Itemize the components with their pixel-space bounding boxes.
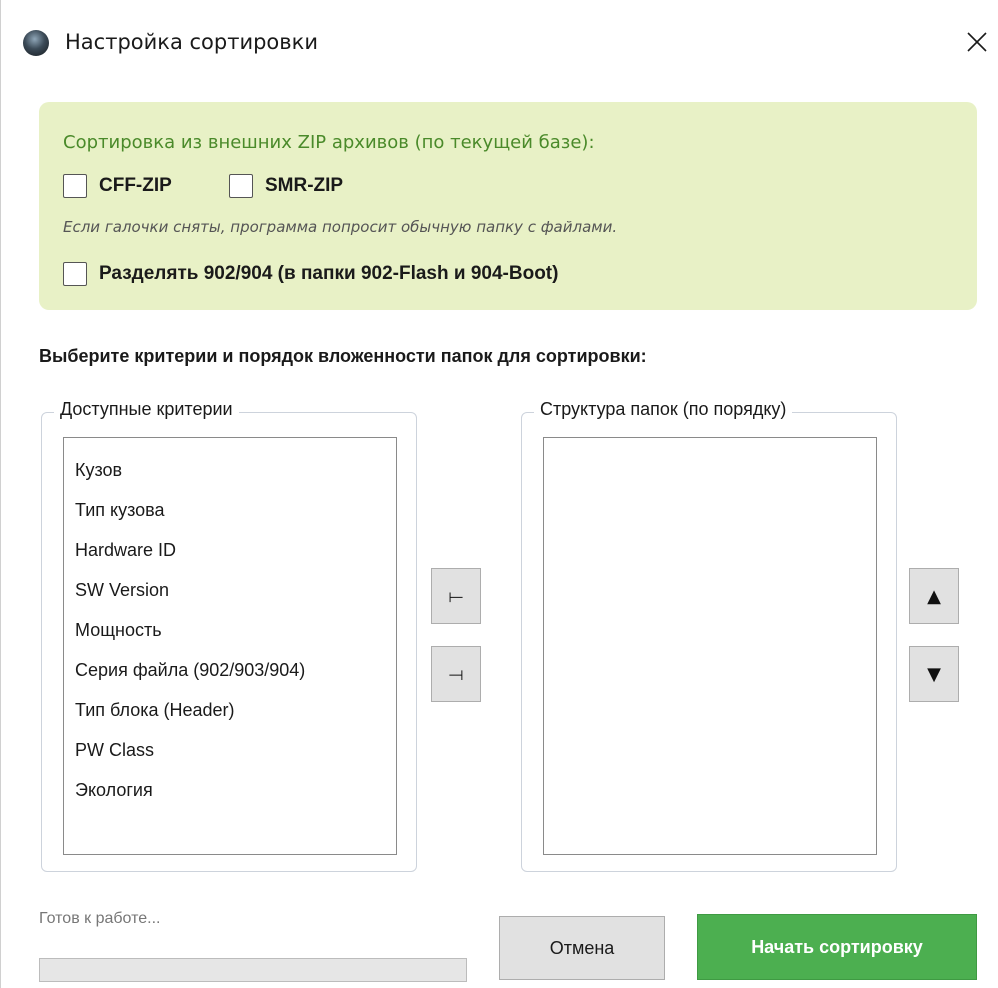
cff-zip-label: CFF-ZIP [99, 175, 172, 196]
list-item[interactable]: Тип блока (Header) [64, 690, 396, 730]
folder-structure-group: Структура папок (по порядку) [521, 399, 897, 872]
available-criteria-legend: Доступные критерии [54, 399, 239, 420]
title-bar[interactable]: Настройка сортировки [1, 0, 998, 86]
list-item[interactable]: SW Version [64, 570, 396, 610]
split-902-904-checkbox[interactable] [63, 262, 87, 286]
list-item[interactable]: Кузов [64, 450, 396, 490]
folder-structure-legend: Структура папок (по порядку) [534, 399, 793, 420]
available-criteria-list[interactable]: Кузов Тип кузова Hardware ID SW Version Мощн… [63, 437, 397, 855]
move-down-button[interactable]: ▼ [909, 646, 959, 702]
list-item[interactable]: Экология [64, 770, 396, 810]
close-icon [967, 32, 987, 52]
sort-settings-window: Настройка сортировки Сортировка из внешн… [0, 0, 998, 988]
list-item[interactable]: Мощность [64, 610, 396, 650]
list-item[interactable]: PW Class [64, 730, 396, 770]
cancel-button[interactable]: Отмена [499, 916, 665, 980]
split-902-904-label: Разделять 902/904 (в папки 902-Flash и 9… [99, 263, 559, 284]
criteria-section-title: Выберите критерии и порядок вложенности … [39, 346, 647, 366]
folder-structure-list[interactable] [543, 437, 877, 855]
arrow-right-icon: ⟝ [448, 585, 464, 607]
app-logo-icon [23, 30, 49, 56]
zip-options-panel: Сортировка из внешних ZIP архивов (по те… [39, 102, 977, 310]
cff-zip-option[interactable]: CFF-ZIP [63, 174, 172, 198]
cff-zip-checkbox[interactable] [63, 174, 87, 198]
start-sorting-button[interactable]: Начать сортировку [697, 914, 977, 980]
move-up-button[interactable]: ▲ [909, 568, 959, 624]
list-item[interactable]: Тип кузова [64, 490, 396, 530]
triangle-up-icon: ▲ [927, 585, 941, 607]
remove-criterion-button[interactable]: ⟞ [431, 646, 481, 702]
available-criteria-group: Доступные критерии Кузов Тип кузова Hardwa… [41, 399, 417, 872]
zip-panel-title: Сортировка из внешних ZIP архивов (по те… [63, 132, 595, 153]
add-criterion-button[interactable]: ⟝ [431, 568, 481, 624]
arrow-left-icon: ⟞ [448, 663, 464, 685]
smr-zip-option[interactable]: SMR-ZIP [229, 174, 343, 198]
triangle-down-icon: ▼ [927, 663, 941, 685]
split-902-904-option[interactable]: Разделять 902/904 (в папки 902-Flash и 9… [63, 262, 558, 286]
zip-hint-text: Если галочки сняты, программа попросит о… [63, 218, 618, 236]
status-text: Готов к работе... [39, 910, 161, 927]
close-button[interactable] [955, 20, 998, 64]
list-item[interactable]: Серия файла (902/903/904) [64, 650, 396, 690]
smr-zip-checkbox[interactable] [229, 174, 253, 198]
list-item[interactable]: Hardware ID [64, 530, 396, 570]
smr-zip-label: SMR-ZIP [265, 175, 344, 196]
progress-bar [39, 958, 467, 982]
window-title: Настройка сортировки [65, 30, 318, 54]
